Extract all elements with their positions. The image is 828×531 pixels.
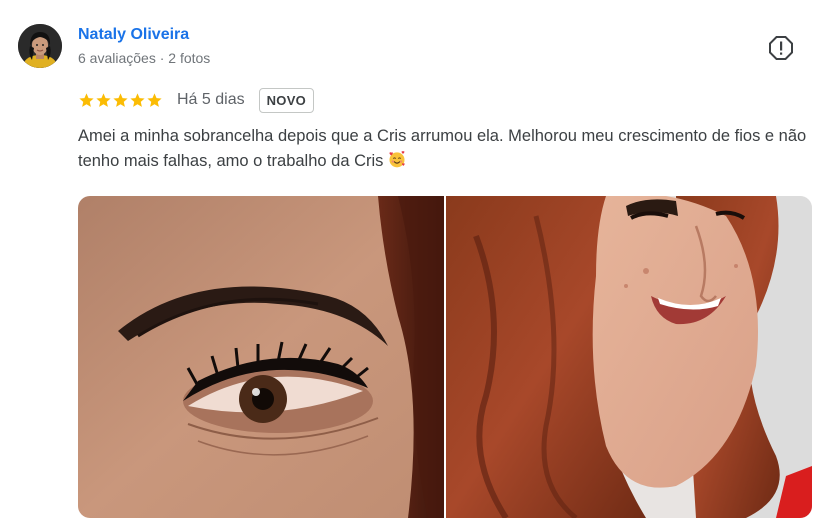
star-icon bbox=[96, 92, 111, 107]
review-date: Há 5 dias bbox=[177, 91, 245, 108]
star-icon bbox=[130, 92, 145, 107]
star-icon bbox=[113, 92, 128, 107]
author-name-link[interactable]: Nataly Oliveira bbox=[78, 26, 189, 44]
smiling-woman-photo bbox=[446, 196, 812, 518]
star-icon bbox=[147, 92, 162, 107]
author-meta: 6 avaliações · 2 fotos bbox=[78, 50, 211, 66]
new-badge: NOVO bbox=[258, 87, 315, 113]
review-text: Amei a minha sobrancelha depois que a Cr… bbox=[78, 124, 808, 174]
report-icon bbox=[769, 36, 793, 60]
report-review-button[interactable] bbox=[768, 35, 794, 61]
review-photo-1[interactable] bbox=[78, 196, 444, 518]
review-photo-2[interactable] bbox=[446, 196, 812, 518]
eyebrow-closeup-photo bbox=[78, 196, 444, 518]
star-icon bbox=[79, 92, 94, 107]
star-rating bbox=[78, 92, 163, 109]
review-card: Nataly Oliveira 6 avaliações · 2 fotos H… bbox=[0, 0, 828, 531]
review-text-body: Amei a minha sobrancelha depois que a Cr… bbox=[78, 127, 807, 170]
rating-row: Há 5 dias NOVO bbox=[78, 86, 315, 114]
avatar[interactable] bbox=[18, 24, 62, 68]
smiling-face-with-hearts-icon bbox=[389, 151, 406, 168]
